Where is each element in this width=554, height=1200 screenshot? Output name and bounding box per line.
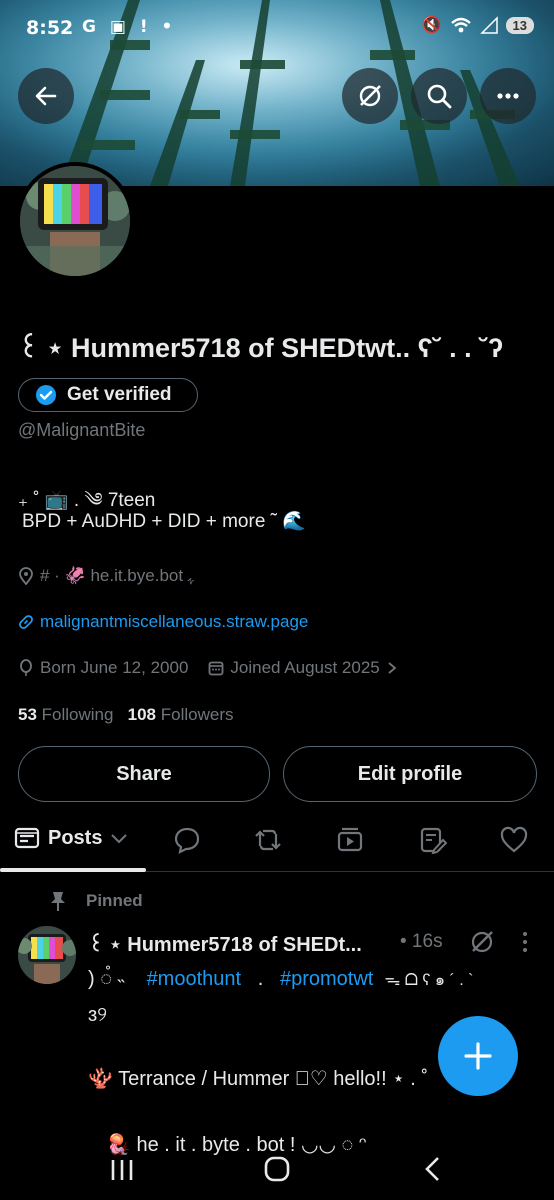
post-text-prefix: ) ◌̊ ˵ [88,968,125,990]
profile-handle: @MalignantBite [18,420,146,440]
joined-date[interactable]: Joined August 2025 [230,658,379,678]
post-author-avatar[interactable] [18,926,76,984]
tab-posts-label: Posts [48,826,103,849]
verified-badge-icon [36,385,56,405]
profile-avatar[interactable] [16,162,134,280]
followers-label: Followers [160,705,234,724]
tab-active-indicator [0,868,146,872]
mute-icon: 🔇 [421,17,442,34]
battery-indicator: 13 [505,16,534,34]
signal-icon [479,16,498,34]
location-text: # · 🦑 he.it.bye.bot ﮩ [40,566,194,585]
hashtag-moothunt[interactable]: #moothunt [147,968,242,990]
tab-posts[interactable]: Posts [14,826,128,850]
post-text-suffix: ᯓ ᗝ ʕ ๑ ´ . ` [384,972,474,989]
share-button[interactable]: Share [18,746,270,802]
pinned-label: Pinned [86,891,143,910]
tab-reposts-icon[interactable] [254,826,282,854]
tab-media-icon[interactable] [336,826,364,854]
system-icons: 🔇 13 [422,15,534,35]
post-text-line-3: 🪸 Terrance / Hummer ⃝♡ hello!! ⋆ . ˚ [88,1068,429,1090]
calendar-icon [209,661,224,676]
born-date: Born June 12, 2000 [40,658,189,677]
profile-dates: Born June 12, 2000 Joined August 2025 [18,658,398,678]
tab-replies-icon[interactable] [173,826,201,854]
profile-banner: 8:52 G ▣ ! • 🔇 13 [0,0,554,186]
more-button[interactable] [480,68,536,124]
profile-display-name: ꒰ ⋆ Hummer5718 of SHEDtwt.. ʕ˘ . . ˘ʔ [18,333,504,363]
get-verified-label: Get verified [67,384,172,405]
location-pin-icon [19,567,33,585]
avatar-image [20,166,130,276]
post-more-icon[interactable] [518,928,532,956]
compose-post-button[interactable] [438,1016,518,1096]
grok-button[interactable] [342,68,398,124]
system-navigation-bar [0,1148,554,1200]
recent-apps-icon[interactable] [108,1156,136,1184]
post-avatar-image [18,926,76,984]
link-icon [19,615,33,629]
profile-website-link[interactable]: malignantmiscellaneous.straw.page [18,612,308,632]
slash-circle-icon [359,85,381,107]
pin-icon [51,892,65,911]
pinned-indicator: Pinned [48,890,143,912]
balloon-icon [20,659,32,676]
followers-link[interactable]: 108 Followers [128,705,234,724]
profile-location: # · 🦑 he.it.bye.bot ﮩ [18,566,194,586]
post-timestamp: • 16s [400,931,443,952]
post-text-line-1: ) ◌̊ ˵ #moothunt . #promotwt ᯓ ᗝ ʕ ๑ ´ .… [88,968,473,993]
following-count: 53 [18,705,37,724]
bio-line-2: BPD + AuDHD + DID + more ˜ 🌊 [22,511,306,532]
status-bar: 8:52 G ▣ ! • 🔇 13 [0,0,554,58]
wifi-icon [450,17,471,33]
nav-back-icon[interactable] [420,1154,446,1184]
post-author-name[interactable]: ꒰ ⋆ Hummer5718 of SHEDt... [88,930,362,957]
tab-articles-icon[interactable] [419,826,447,854]
home-icon[interactable] [262,1154,292,1184]
following-link[interactable]: 53 Following [18,705,113,724]
profile-tabs: Posts [0,812,554,872]
following-label: Following [41,705,114,724]
follow-stats: 53 Following 108 Followers [18,705,234,725]
search-button[interactable] [411,68,467,124]
post-text-separator: . [257,968,264,990]
tab-likes-icon[interactable] [500,826,528,854]
website-text[interactable]: malignantmiscellaneous.straw.page [40,612,308,632]
status-time: 8:52 [26,17,74,39]
post-text-line-2: ɜ୨ [88,1004,108,1026]
more-icon [497,93,519,99]
edit-profile-button[interactable]: Edit profile [283,746,537,802]
search-icon [427,84,452,109]
followers-count: 108 [127,705,157,724]
notification-icons: G ▣ ! • [82,17,177,37]
plus-icon [464,1042,492,1070]
chevron-down-icon [111,834,128,844]
chevron-right-icon[interactable] [386,661,398,675]
grok-post-icon[interactable] [468,928,496,956]
hashtag-promotwt[interactable]: #promotwt [280,968,373,990]
posts-list-icon [14,827,40,849]
back-arrow-icon [35,86,57,106]
back-button[interactable] [18,68,74,124]
get-verified-button[interactable]: Get verified [18,378,198,412]
